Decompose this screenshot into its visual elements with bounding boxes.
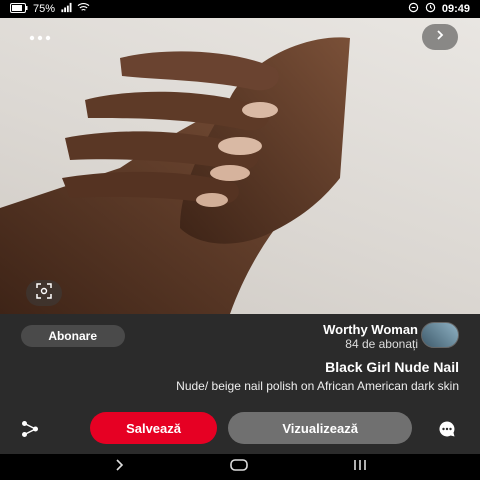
alarm-icon (425, 2, 436, 16)
chevron-left-icon (434, 28, 446, 46)
wifi-icon (77, 2, 90, 16)
signal-icon (60, 2, 72, 16)
view-button[interactable]: Vizualizează (228, 412, 412, 444)
more-horizontal-icon (29, 28, 51, 46)
recent-apps-icon[interactable] (352, 458, 368, 477)
screen: 09:49 75% Worthy Woman 84 de abonați Abo… (0, 0, 480, 480)
system-nav-bar (0, 454, 480, 480)
status-bar: 09:49 75% (0, 0, 480, 18)
save-button[interactable]: Salvează (90, 412, 217, 444)
back-button[interactable] (422, 24, 458, 50)
pin-description: Nude/ beige nail polish on African Ameri… (176, 379, 459, 393)
battery-icon (10, 2, 28, 16)
back-nav-icon[interactable] (112, 458, 126, 477)
visual-search-button[interactable] (26, 280, 62, 306)
more-options-button[interactable] (22, 24, 58, 50)
battery-level: 75% (33, 3, 56, 15)
sync-icon (408, 2, 419, 16)
hand-photo (0, 37, 350, 314)
follow-button[interactable]: Abonare (21, 325, 125, 347)
visual-search-icon (36, 282, 52, 304)
pin-image[interactable] (0, 18, 480, 314)
status-time: 09:49 (441, 3, 470, 15)
author-name[interactable]: Worthy Woman (323, 322, 418, 337)
comment-icon[interactable] (438, 420, 456, 443)
action-row: Vizualizează Salvează (0, 412, 480, 446)
pin-title: Black Girl Nude Nail (325, 359, 459, 375)
share-icon[interactable] (21, 420, 39, 443)
subscriber-count: 84 de abonați (345, 337, 418, 351)
home-icon[interactable] (230, 458, 248, 477)
avatar[interactable] (421, 322, 459, 348)
